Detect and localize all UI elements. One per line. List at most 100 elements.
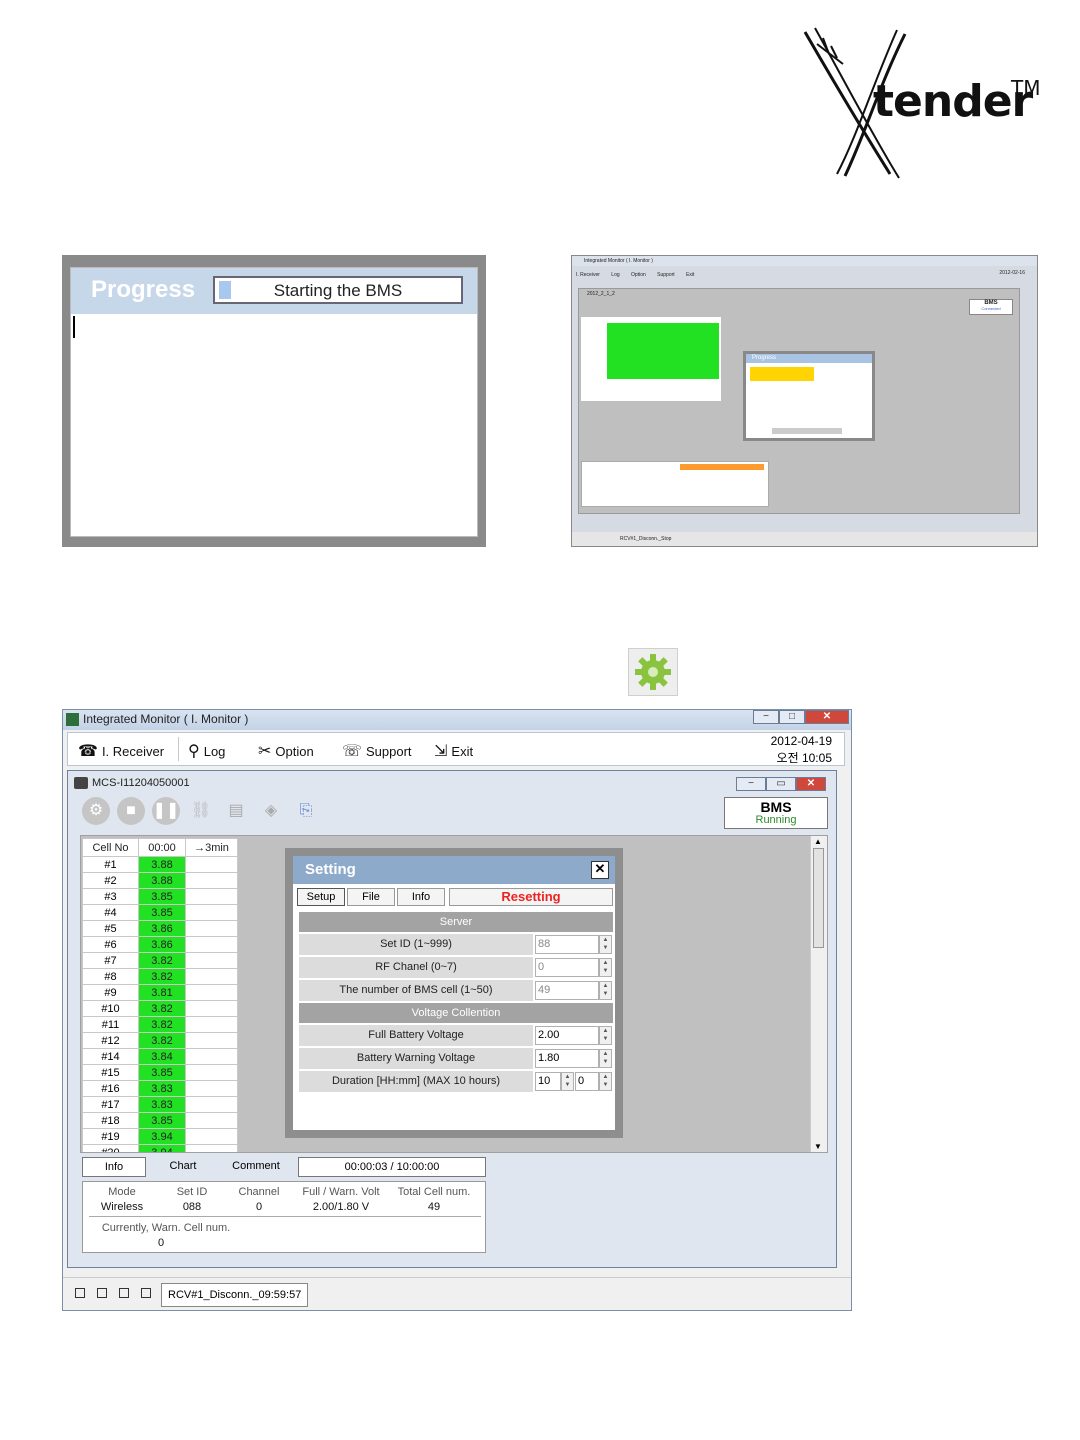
- mini-window-title: Integrated Monitor ( I. Monitor ): [584, 258, 653, 264]
- menu-log[interactable]: ⚲ Log: [188, 741, 225, 761]
- vertical-scrollbar[interactable]: ▲ ▼: [810, 836, 827, 1152]
- mini-cell-grid: [581, 317, 721, 401]
- cell-voltage: 3.82: [138, 1016, 186, 1033]
- export-icon[interactable]: ⎘: [292, 797, 320, 825]
- pause-icon[interactable]: ❚❚: [152, 797, 180, 825]
- table-row: #14 3.84: [82, 1048, 238, 1065]
- set-id-label: Set ID (1~999): [299, 934, 533, 955]
- child-window-title: MCS-I11204050001: [92, 777, 190, 789]
- full-voltage-spinner[interactable]: ▲ ▼: [599, 1026, 612, 1045]
- set-id-spinner[interactable]: ▲ ▼: [599, 935, 612, 954]
- info-panel: Mode Wireless Set ID 088 Channel 0 Full …: [82, 1181, 486, 1253]
- menu-option[interactable]: ✂ Option: [258, 741, 314, 761]
- cell-empty: [185, 1096, 238, 1113]
- tile-vertical-icon[interactable]: [119, 1288, 129, 1298]
- logo-trademark: TM: [1011, 76, 1041, 100]
- cell-voltage: 3.83: [138, 1080, 186, 1097]
- maximize-button[interactable]: □: [779, 710, 805, 724]
- menu-support[interactable]: ☏ Support: [342, 741, 412, 761]
- resetting-button[interactable]: Resetting: [449, 888, 613, 906]
- setting-close-icon[interactable]: ✕: [591, 861, 609, 879]
- table-row: #19 3.94: [82, 1128, 238, 1145]
- bms-state: Running: [755, 814, 797, 826]
- statusbar: RCV#1_Disconn._09:59:57: [63, 1277, 851, 1310]
- mini-time-bar: [680, 464, 764, 470]
- cascade-icon[interactable]: [97, 1288, 107, 1298]
- clipboard-icon[interactable]: ▤: [222, 797, 250, 825]
- link-icon[interactable]: ⛓: [187, 797, 215, 825]
- child-restore-button[interactable]: ▭: [766, 777, 796, 791]
- column-header: Cell No: [82, 838, 139, 857]
- full-voltage-input[interactable]: 2.00: [535, 1026, 599, 1045]
- stop-icon[interactable]: ■: [117, 797, 145, 825]
- rf-channel-spinner[interactable]: ▲ ▼: [599, 958, 612, 977]
- elapsed-time: 00:00:03 / 10:00:00: [298, 1157, 486, 1177]
- row-duration: Duration [HH:mm] (MAX 10 hours) 10 ▲ ▼ 0 …: [299, 1071, 613, 1092]
- column-header: 00:00: [138, 838, 186, 857]
- child-close-button[interactable]: ✕: [796, 777, 826, 791]
- tile-icon[interactable]: [75, 1288, 85, 1298]
- scroll-down-icon[interactable]: ▼: [814, 1142, 822, 1151]
- cell-number: #7: [82, 952, 139, 969]
- mini-menu-exit[interactable]: Exit: [686, 272, 694, 278]
- mini-menu-receiver[interactable]: I. Receiver: [576, 272, 600, 278]
- cell-empty: [185, 1032, 238, 1049]
- cell-count-spinner[interactable]: ▲ ▼: [599, 981, 612, 1000]
- tab-setup[interactable]: Setup: [297, 888, 345, 906]
- minimize-button[interactable]: −: [753, 710, 779, 724]
- duration-hours-input[interactable]: 10: [535, 1072, 561, 1091]
- table-row: #10 3.82: [82, 1000, 238, 1017]
- cell-number: #2: [82, 872, 139, 889]
- rf-channel-input[interactable]: 0: [535, 958, 599, 977]
- table-row: #3 3.85: [82, 888, 238, 905]
- tab-info[interactable]: Info: [397, 888, 445, 906]
- scroll-thumb[interactable]: [813, 848, 824, 948]
- cell-voltage: 3.94: [138, 1128, 186, 1145]
- cell-empty: [185, 1112, 238, 1129]
- cell-voltage: 3.86: [138, 936, 186, 953]
- rf-channel-label: RF Chanel (0~7): [299, 957, 533, 978]
- mini-info-panel: [581, 461, 769, 507]
- setting-dialog-body: Setting ✕ Setup File Info Resetting Serv…: [293, 856, 615, 1130]
- cell-voltage: 3.82: [138, 952, 186, 969]
- duration-minutes-spinner[interactable]: ▲ ▼: [599, 1072, 612, 1091]
- cell-number: #15: [82, 1064, 139, 1081]
- section-voltage: Voltage Collention: [299, 1003, 613, 1023]
- cell-empty: [185, 1016, 238, 1033]
- cell-voltage: 3.88: [138, 856, 186, 873]
- chart-tab[interactable]: Chart: [150, 1157, 216, 1175]
- close-button[interactable]: ✕: [805, 710, 849, 724]
- channel-value: 0: [255, 1201, 263, 1213]
- gear-icon[interactable]: [628, 648, 678, 696]
- set-id-input[interactable]: 88: [535, 935, 599, 954]
- tab-file[interactable]: File: [347, 888, 395, 906]
- cell-empty: [185, 952, 238, 969]
- duration-hours-spinner[interactable]: ▲ ▼: [561, 1072, 574, 1091]
- tile-horizontal-icon[interactable]: [141, 1288, 151, 1298]
- mini-menu-support[interactable]: Support: [657, 272, 675, 278]
- duration-minutes-input[interactable]: 0: [575, 1072, 599, 1091]
- menu-exit[interactable]: ⇲ Exit: [434, 741, 473, 761]
- mini-progress-button[interactable]: [772, 428, 842, 434]
- settings-gear-icon[interactable]: ⚙: [82, 797, 110, 825]
- menu-receiver[interactable]: ☎ I. Receiver: [78, 741, 164, 761]
- menu-support-label: Support: [366, 744, 412, 759]
- comment-tab[interactable]: Comment: [220, 1157, 292, 1175]
- cell-empty: [185, 1128, 238, 1145]
- cell-count-input[interactable]: 49: [535, 981, 599, 1000]
- cell-empty: [185, 1000, 238, 1017]
- info-tab[interactable]: Info: [82, 1157, 146, 1177]
- child-minimize-button[interactable]: −: [736, 777, 766, 791]
- warn-cell-header: Currently, Warn. Cell num.: [101, 1222, 231, 1234]
- progress-title: Progress: [91, 276, 196, 303]
- mini-menu-log[interactable]: Log: [611, 272, 619, 278]
- table-row: #18 3.85: [82, 1112, 238, 1129]
- mini-menu-option[interactable]: Option: [631, 272, 646, 278]
- warning-voltage-input[interactable]: 1.80: [535, 1049, 599, 1068]
- warning-voltage-spinner[interactable]: ▲ ▼: [599, 1049, 612, 1068]
- plugin-icon[interactable]: ◈: [257, 797, 285, 825]
- scroll-up-icon[interactable]: ▲: [814, 837, 822, 846]
- phone-icon: ☏: [342, 743, 363, 760]
- cell-voltage: 3.82: [138, 968, 186, 985]
- cell-voltage: 3.94: [138, 1144, 186, 1152]
